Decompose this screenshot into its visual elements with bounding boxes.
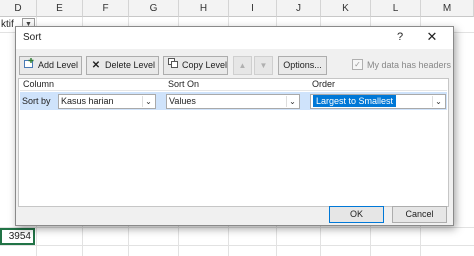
copy-icon [167, 57, 179, 74]
add-level-icon [23, 57, 35, 74]
column-header-i[interactable]: I [229, 0, 277, 17]
chevron-down-icon[interactable]: ⌄ [286, 96, 298, 107]
options-label: Options... [283, 60, 322, 70]
copy-level-label: Copy Level [182, 60, 228, 70]
arrow-up-icon: ▲ [238, 61, 247, 70]
gridline [0, 245, 474, 246]
sort-on-select-value: Values [169, 96, 196, 106]
column-header-l[interactable]: L [371, 0, 421, 17]
add-level-button[interactable]: Add Level [19, 56, 82, 75]
help-button[interactable]: ? [393, 30, 407, 44]
ok-button[interactable]: OK [329, 206, 384, 223]
gridline [0, 227, 474, 228]
arrow-down-icon: ▼ [259, 61, 268, 70]
copy-level-button[interactable]: Copy Level [163, 56, 228, 75]
dialog-titlebar[interactable]: Sort ? ✕ [16, 27, 453, 49]
close-button[interactable]: ✕ [424, 29, 440, 45]
column-header-f[interactable]: F [83, 0, 129, 17]
move-down-button[interactable]: ▼ [254, 56, 273, 75]
sort-by-label: Sort by [22, 96, 51, 106]
column-header-label: Column [23, 79, 55, 89]
sort-on-select[interactable]: Values ⌄ [166, 94, 300, 109]
options-button[interactable]: Options... [278, 56, 327, 75]
chevron-down-icon[interactable]: ⌄ [142, 96, 154, 107]
column-select[interactable]: Kasus harian ⌄ [58, 94, 156, 109]
selected-cell[interactable]: 3954 [0, 228, 35, 245]
grid-header-separator [20, 90, 447, 91]
dialog-title: Sort [23, 32, 42, 43]
add-level-label: Add Level [38, 60, 79, 70]
cancel-button[interactable]: Cancel [392, 206, 447, 223]
my-data-has-headers-label: My data has headers [367, 60, 452, 70]
order-select-value: Largest to Smallest [313, 95, 397, 107]
column-header-e[interactable]: E [37, 0, 83, 17]
order-select[interactable]: Largest to Smallest ⌄ [310, 94, 446, 109]
header-cell-text: ktif [1, 19, 14, 30]
delete-x-icon: ✕ [91, 60, 101, 71]
column-header-k[interactable]: K [321, 0, 371, 17]
order-header-label: Order [312, 79, 336, 89]
column-header-m[interactable]: M [421, 0, 474, 17]
delete-level-button[interactable]: ✕ Delete Level [86, 56, 159, 75]
sort-dialog: Sort ? ✕ Add Level ✕ Delete Level Copy Le… [15, 26, 454, 226]
my-data-has-headers-checkbox[interactable]: ✓ [352, 59, 363, 70]
sort-on-header-label: Sort On [168, 79, 200, 89]
column-select-value: Kasus harian [61, 96, 114, 106]
chevron-down-icon[interactable]: ⌄ [432, 96, 444, 107]
column-header-h[interactable]: H [179, 0, 229, 17]
delete-level-label: Delete Level [105, 60, 156, 70]
column-header-j[interactable]: J [277, 0, 321, 17]
column-header-d[interactable]: D [0, 0, 37, 17]
move-up-button[interactable]: ▲ [233, 56, 252, 75]
column-header-g[interactable]: G [129, 0, 179, 17]
